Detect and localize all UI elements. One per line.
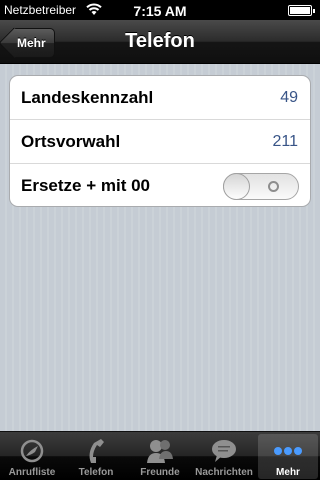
replace-plus-toggle[interactable] <box>223 173 299 200</box>
tab-bar: Anrufliste Telefon Freunde Nachrichten M… <box>0 431 320 480</box>
tab-telefon[interactable]: Telefon <box>66 434 126 479</box>
clock: 7:15 AM <box>133 3 187 19</box>
row-label: Ortsvorwahl <box>21 132 121 151</box>
row-label: Landeskennzahl <box>21 88 154 107</box>
status-bar: Netzbetreiber 7:15 AM <box>0 0 320 20</box>
tab-nachrichten[interactable]: Nachrichten <box>194 434 254 479</box>
tab-label: Anrufliste <box>8 467 56 478</box>
back-button-label: Mehr <box>17 36 46 50</box>
tab-label: Telefon <box>78 467 114 478</box>
toggle-off-icon <box>268 181 279 192</box>
tab-label: Nachrichten <box>195 467 253 478</box>
contacts-icon <box>147 440 173 463</box>
settings-row-replace-plus: Ersetze + mit 00 <box>10 164 310 206</box>
tab-mehr[interactable]: Mehr <box>258 434 318 479</box>
tab-freunde[interactable]: Freunde <box>130 434 190 479</box>
settings-group: Landeskennzahl 49 Ortsvorwahl 211 Ersetz… <box>9 75 311 207</box>
tab-label: Mehr <box>276 467 300 478</box>
battery-icon <box>288 5 315 16</box>
row-value: 49 <box>280 89 298 106</box>
phone-handset-icon <box>89 439 104 463</box>
row-label: Ersetze + mit 00 <box>21 176 150 195</box>
speech-bubble-icon <box>212 440 236 462</box>
tab-anrufliste[interactable]: Anrufliste <box>2 434 62 479</box>
row-value: 211 <box>272 133 298 150</box>
settings-row-area-code[interactable]: Ortsvorwahl 211 <box>10 120 310 164</box>
settings-row-country-code[interactable]: Landeskennzahl 49 <box>10 76 310 120</box>
tab-label: Freunde <box>140 467 180 478</box>
navigation-bar: Mehr Telefon <box>0 20 320 64</box>
call-history-icon <box>20 439 44 463</box>
page-title: Telefon <box>125 30 195 52</box>
toggle-knob <box>223 173 250 200</box>
more-dots-icon <box>274 447 302 455</box>
